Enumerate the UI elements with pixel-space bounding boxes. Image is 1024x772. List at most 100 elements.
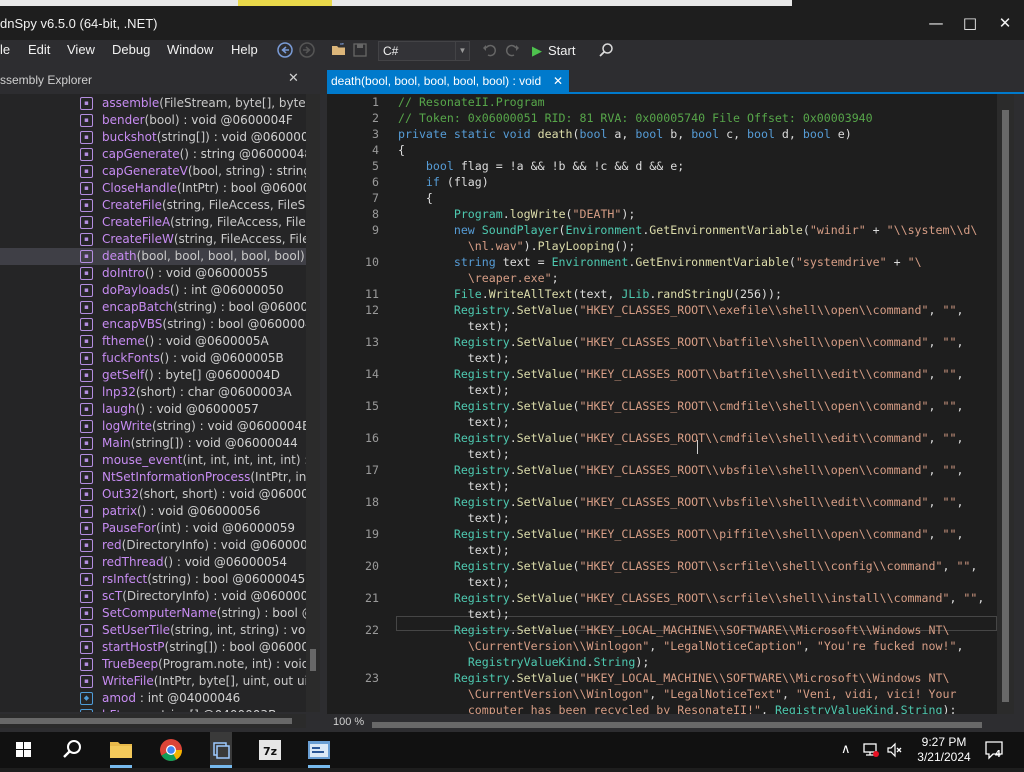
menu-file[interactable]: le [0,41,10,59]
volume-muted-icon[interactable] [886,742,904,762]
code-line[interactable]: Registry.SetValue("HKEY_CLASSES_ROOT\\vb… [398,494,964,510]
tree-item-scT[interactable]: ▪ scT(DirectoryInfo) : void @06000052 [0,588,306,605]
language-select[interactable]: C# ▼ [378,41,470,61]
code-line[interactable]: Registry.SetValue("HKEY_CLASSES_ROOT\\ex… [398,302,964,318]
code-line[interactable]: text); [398,414,510,430]
save-icon[interactable] [351,42,369,60]
code-line[interactable]: \reaper.exe"; [398,270,559,286]
code-line[interactable]: \CurrentVersion\\Winlogon", "LegalNotice… [398,638,964,654]
code-line[interactable]: Registry.SetValue("HKEY_CLASSES_ROOT\\cm… [398,430,964,446]
tree-item-logWrite[interactable]: ▪ logWrite(string) : void @0600004E [0,418,306,435]
maximize-button[interactable]: □ [955,10,985,36]
tab-death-method[interactable]: death(bool, bool, bool, bool, bool) : vo… [327,70,569,92]
code-line[interactable]: Registry.SetValue("HKEY_LOCAL_MACHINE\\S… [398,670,950,686]
menu-debug[interactable]: Debug [112,41,150,59]
code-line[interactable]: computer has been recycled by ResonateII… [398,702,957,714]
code-line[interactable]: Program.logWrite("DEATH"); [398,206,636,222]
dnspy-icon[interactable] [295,732,343,768]
code-line[interactable]: text); [398,510,510,526]
search-icon[interactable] [597,42,615,60]
code-line[interactable]: Registry.SetValue("HKEY_CLASSES_ROOT\\sc… [398,558,978,574]
menu-view[interactable]: View [67,41,95,59]
code-line[interactable]: text); [398,574,510,590]
code-line[interactable]: RegistryValueKind.String); [398,654,650,670]
code-editor[interactable]: 1 // ResonateII.Program 2 // Token: 0x06000… [327,94,997,714]
code-line[interactable]: text); [398,478,510,494]
tree-item-CreateFile[interactable]: ▪ CreateFile(string, FileAccess, FileShar… [0,197,306,214]
tree-item-SetComputerName[interactable]: ▪ SetComputerName(string) : bool @060 [0,605,306,622]
tree-item-Out32[interactable]: ▪ Out32(short, short) : void @06000039 [0,486,306,503]
code-line[interactable]: string text = Environment.GetEnvironment… [398,254,922,270]
code-line[interactable]: // Token: 0x06000051 RID: 81 RVA: 0x0000… [398,110,873,126]
start-icon[interactable] [0,732,48,768]
search-icon[interactable] [48,732,96,768]
tree-item-encapVBS[interactable]: ▪ encapVBS(string) : bool @0600004B [0,316,306,333]
code-line[interactable]: { [398,190,433,206]
code-line[interactable]: Registry.SetValue("HKEY_LOCAL_MACHINE\\S… [398,622,950,638]
menu-edit[interactable]: Edit [28,41,50,59]
tree-item-CreateFileW[interactable]: ▪ CreateFileW(string, FileAccess, FileSha [0,231,306,248]
code-line[interactable]: bool flag = !a && !b && !c && d && e; [398,158,684,174]
code-line[interactable]: \CurrentVersion\\Winlogon", "LegalNotice… [398,686,957,702]
tree-item-PauseFor[interactable]: ▪ PauseFor(int) : void @06000059 [0,520,306,537]
assembly-explorer-horizontal-scrollbar[interactable] [0,714,306,728]
editor-vertical-scrollbar[interactable] [997,94,1014,714]
chevron-up-icon[interactable]: ∧ [841,742,851,757]
scrollbar-thumb[interactable] [372,722,982,728]
tree-item-rsInfect[interactable]: ▪ rsInfect(string) : bool @06000045 [0,571,306,588]
menu-window[interactable]: Window [167,41,213,59]
assembly-explorer-tree[interactable]: ▪ assemble(FileStream, byte[], byte[], by… [0,94,306,712]
tree-item-bender[interactable]: ▪ bender(bool) : void @0600004F [0,112,306,129]
code-line[interactable]: text); [398,542,510,558]
tree-item-startHostP[interactable]: ▪ startHostP(string[]) : bool @0600004C [0,639,306,656]
code-line[interactable]: text); [398,382,510,398]
tree-item-SetUserTile[interactable]: ▪ SetUserTile(string, int, string) : void… [0,622,306,639]
nav-forward-icon[interactable] [298,42,316,60]
file-explorer-icon[interactable] [97,732,145,768]
code-line[interactable]: // ResonateII.Program [398,94,545,110]
redo-icon[interactable] [503,42,521,60]
tree-item-amod[interactable]: ◆ amod : int @04000046 [0,690,306,707]
tree-item-lnp32[interactable]: ▪ lnp32(short) : char @0600003A [0,384,306,401]
code-line[interactable]: \nl.wav").PlayLooping(); [398,238,636,254]
tree-item-mouse_event[interactable]: ▪ mouse_event(int, int, int, int, int) : … [0,452,306,469]
editor-horizontal-scrollbar[interactable] [372,722,997,730]
menu-help[interactable]: Help [231,41,258,59]
code-line[interactable]: text); [398,446,510,462]
nav-back-icon[interactable] [276,42,294,60]
scrollbar-thumb[interactable] [310,649,316,671]
tree-item-NtSetInformationProcess[interactable]: ▪ NtSetInformationProcess(IntPtr, int, re [0,469,306,486]
network-icon[interactable] [862,742,880,762]
7zip-icon[interactable]: 7z [246,732,294,768]
system-clock[interactable]: 9:27 PM 3/21/2024 [912,735,976,765]
tree-item-bFtype[interactable]: ◆ bFtype : string[] @0400003B [0,707,306,712]
tree-item-WriteFile[interactable]: ▪ WriteFile(IntPtr, byte[], uint, out uin… [0,673,306,690]
code-line[interactable]: private static void death(bool a, bool b… [398,126,852,142]
tree-item-CreateFileA[interactable]: ▪ CreateFileA(string, FileAccess, FileSha… [0,214,306,231]
code-line[interactable]: text); [398,318,510,334]
assembly-explorer-vertical-scrollbar[interactable] [306,94,320,712]
code-line[interactable]: { [398,142,405,158]
scrollbar-thumb[interactable] [1002,110,1009,702]
tree-item-CloseHandle[interactable]: ▪ CloseHandle(IntPtr) : bool @06000041 [0,180,306,197]
zoom-level[interactable]: 100 % [333,716,364,728]
code-line[interactable]: Registry.SetValue("HKEY_CLASSES_ROOT\\ba… [398,334,964,350]
tree-item-red[interactable]: ▪ red(DirectoryInfo) : void @06000053 [0,537,306,554]
scrollbar-thumb[interactable] [0,718,292,724]
tree-item-doIntro[interactable]: ▪ doIntro() : void @06000055 [0,265,306,282]
task-view-icon[interactable] [197,732,245,768]
tree-item-fuckFonts[interactable]: ▪ fuckFonts() : void @0600005B [0,350,306,367]
tree-item-TrueBeep[interactable]: ▪ TrueBeep(Program.note, int) : void @0 [0,656,306,673]
tree-item-capGenerateV[interactable]: ▪ capGenerateV(bool, string) : string @0 [0,163,306,180]
tree-item-Main[interactable]: ▪ Main(string[]) : void @06000044 [0,435,306,452]
code-line[interactable]: text); [398,350,510,366]
chrome-icon[interactable] [147,732,195,768]
tree-item-capGenerate[interactable]: ▪ capGenerate() : string @06000048 [0,146,306,163]
code-line[interactable]: if (flag) [398,174,489,190]
code-line[interactable]: Registry.SetValue("HKEY_CLASSES_ROOT\\pi… [398,526,964,542]
code-line[interactable]: Registry.SetValue("HKEY_CLASSES_ROOT\\cm… [398,398,964,414]
tree-item-redThread[interactable]: ▪ redThread() : void @06000054 [0,554,306,571]
code-line[interactable]: new SoundPlayer(Environment.GetEnvironme… [398,222,978,238]
tree-item-buckshot[interactable]: ▪ buckshot(string[]) : void @06000047 [0,129,306,146]
code-line[interactable]: text); [398,606,510,622]
